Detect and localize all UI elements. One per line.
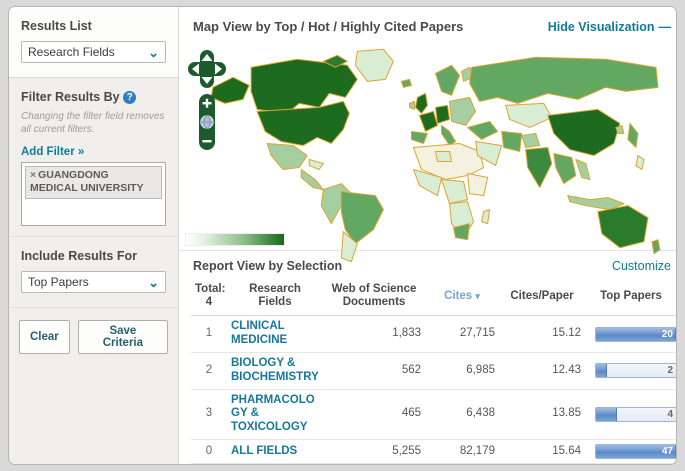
table-row: 2 BIOLOGY & BIOCHEMISTRY 562 6,985 12.43… <box>191 353 677 390</box>
filter-box[interactable]: ×GUANGDONG MEDICAL UNIVERSITY <box>21 162 166 226</box>
wos-documents-header: Web of Science Documents <box>323 279 425 316</box>
cites-header-label: Cites <box>444 290 472 302</box>
pan-control-icon <box>188 50 226 88</box>
clear-button[interactable]: Clear <box>19 320 70 354</box>
results-list-dropdown-value: Research Fields <box>28 45 115 59</box>
rank-cell: 1 <box>191 316 227 353</box>
total-label: Total: <box>195 283 223 296</box>
total-count: 4 <box>195 296 223 309</box>
docs-cell: 562 <box>323 353 425 390</box>
report-table: Total: 4 Research Fields Web of Science … <box>191 279 677 464</box>
filter-tag[interactable]: ×GUANGDONG MEDICAL UNIVERSITY <box>25 166 162 199</box>
top-papers-bar: 4 <box>595 407 677 422</box>
cites-per-paper-cell: 15.12 <box>499 316 585 353</box>
map-area <box>179 42 677 250</box>
main-content: Map View by Top / Hot / Highly Cited Pap… <box>179 7 677 464</box>
cites-per-paper-cell: 13.85 <box>499 389 585 439</box>
cites-per-paper-cell: 12.43 <box>499 353 585 390</box>
zoom-out-icon[interactable] <box>203 140 212 142</box>
field-link[interactable]: BIOLOGY & BIOCHEMISTRY <box>231 357 319 385</box>
hide-visualization-link[interactable]: Hide Visualization — <box>548 20 671 34</box>
top-papers-bar-value: 2 <box>667 365 673 377</box>
top-papers-bar-fill <box>596 364 607 377</box>
cites-cell: 82,179 <box>425 440 499 464</box>
results-list-heading: Results List <box>21 19 166 33</box>
map-controls <box>187 48 229 156</box>
cites-cell: 6,438 <box>425 389 499 439</box>
top-papers-bar: 2 <box>595 363 677 378</box>
filter-tag-label: GUANGDONG MEDICAL UNIVERSITY <box>30 169 144 194</box>
table-header-row: Total: 4 Research Fields Web of Science … <box>191 279 677 316</box>
cites-cell: 6,985 <box>425 353 499 390</box>
top-papers-bar-value: 47 <box>662 446 673 458</box>
field-link[interactable]: CLINICAL MEDICINE <box>231 320 319 348</box>
sidebar: Results List Research Fields ⌄ Filter Re… <box>9 7 179 464</box>
top-papers-bar-value: 20 <box>662 329 673 341</box>
include-results-heading: Include Results For <box>21 249 166 263</box>
top-papers-bar-value: 4 <box>667 409 673 421</box>
include-results-dropdown[interactable]: Top Papers ⌄ <box>21 271 166 293</box>
hide-visualization-label: Hide Visualization <box>548 20 655 34</box>
remove-tag-icon[interactable]: × <box>30 169 36 181</box>
top-papers-header: Top Papers <box>585 279 677 316</box>
globe-icon[interactable] <box>201 116 213 128</box>
top-papers-bar-fill <box>596 408 617 421</box>
include-results-section: Include Results For Top Papers ⌄ <box>9 237 178 308</box>
cites-cell: 27,715 <box>425 316 499 353</box>
chevron-down-icon: ⌄ <box>148 46 159 59</box>
top-papers-bar: 20 <box>595 327 677 342</box>
map-legend-gradient <box>185 233 285 246</box>
add-filter-link[interactable]: Add Filter » <box>21 146 84 158</box>
filter-heading: Filter Results By ? <box>21 90 166 104</box>
total-header: Total: 4 <box>191 279 227 316</box>
filter-note: Changing the filter field removes all cu… <box>21 110 166 136</box>
field-link[interactable]: ALL FIELDS <box>231 445 319 459</box>
results-list-dropdown[interactable]: Research Fields ⌄ <box>21 41 166 63</box>
docs-cell: 5,255 <box>323 440 425 464</box>
top-papers-bar: 47 <box>595 444 677 459</box>
help-icon[interactable]: ? <box>123 91 136 104</box>
rank-cell: 0 <box>191 440 227 464</box>
research-fields-header: Research Fields <box>227 279 323 316</box>
save-criteria-button[interactable]: Save Criteria <box>78 320 168 354</box>
rank-cell: 3 <box>191 389 227 439</box>
chevron-down-icon: ⌄ <box>148 276 159 289</box>
map-header: Map View by Top / Hot / Highly Cited Pap… <box>179 7 677 42</box>
table-row: 0 ALL FIELDS 5,255 82,179 15.64 47 <box>191 440 677 464</box>
table-row: 1 CLINICAL MEDICINE 1,833 27,715 15.12 2… <box>191 316 677 353</box>
sort-arrow-icon: ▾ <box>475 291 480 301</box>
cites-header[interactable]: Cites ▾ <box>425 279 499 316</box>
results-list-section: Results List Research Fields ⌄ <box>9 7 178 78</box>
map-title: Map View by Top / Hot / Highly Cited Pap… <box>193 19 463 34</box>
minus-icon: — <box>659 20 672 34</box>
filter-section: Filter Results By ? Changing the filter … <box>9 78 178 237</box>
field-link[interactable]: PHARMACOLOGY & TOXICOLOGY <box>231 394 319 435</box>
cites-per-paper-cell: 15.64 <box>499 440 585 464</box>
docs-cell: 465 <box>323 389 425 439</box>
results-panel: Results List Research Fields ⌄ Filter Re… <box>8 6 677 465</box>
include-results-dropdown-value: Top Papers <box>28 275 89 289</box>
table-row: 3 PHARMACOLOGY & TOXICOLOGY 465 6,438 13… <box>191 389 677 439</box>
filter-heading-label: Filter Results By <box>21 90 120 104</box>
rank-cell: 2 <box>191 353 227 390</box>
docs-cell: 1,833 <box>323 316 425 353</box>
sidebar-buttons: Clear Save Criteria <box>9 308 178 366</box>
cites-per-paper-header: Cites/Paper <box>499 279 585 316</box>
